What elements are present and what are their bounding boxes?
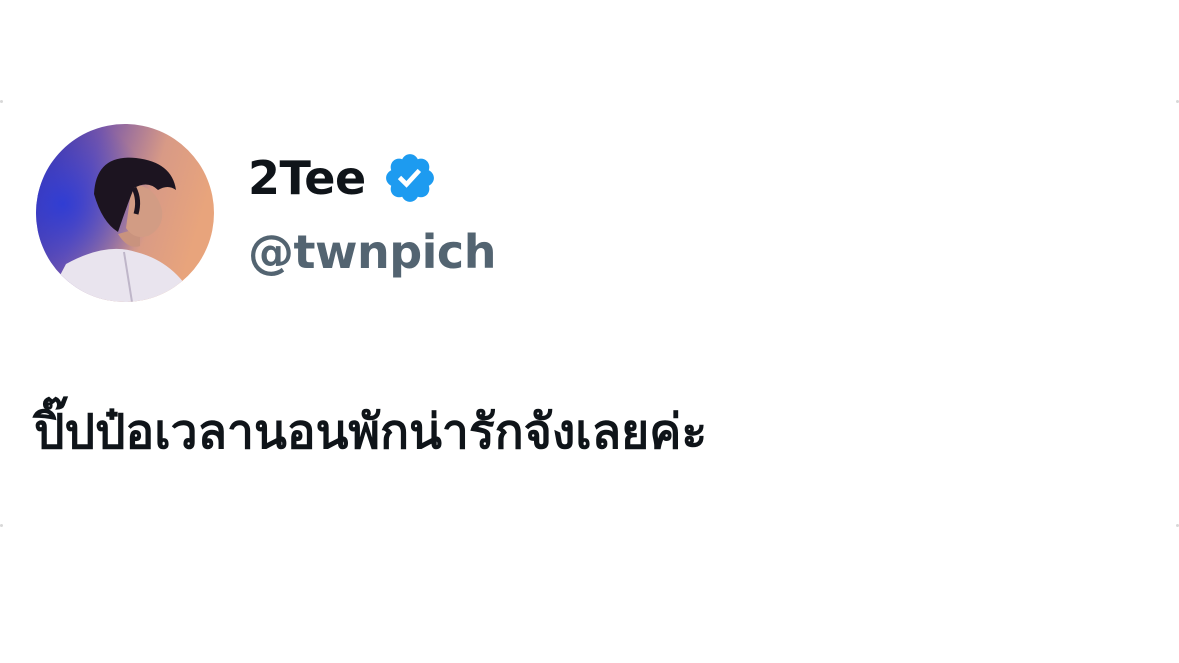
display-name[interactable]: 2Tee [248, 148, 366, 208]
tweet-card: 2Tee @twnpich ปิ๊ปป๋อเวลานอนพักน่ารักจัง… [0, 100, 1179, 527]
verified-badge-icon[interactable] [382, 150, 438, 206]
display-name-row: 2Tee [248, 148, 438, 208]
profile-avatar[interactable] [36, 124, 214, 302]
corner-mark [0, 100, 3, 103]
username[interactable]: @twnpich [248, 222, 496, 282]
corner-mark [0, 524, 3, 527]
avatar-image [36, 124, 214, 302]
tweet-text: ปิ๊ปป๋อเวลานอนพักน่ารักจังเลยค่ะ [34, 404, 708, 460]
